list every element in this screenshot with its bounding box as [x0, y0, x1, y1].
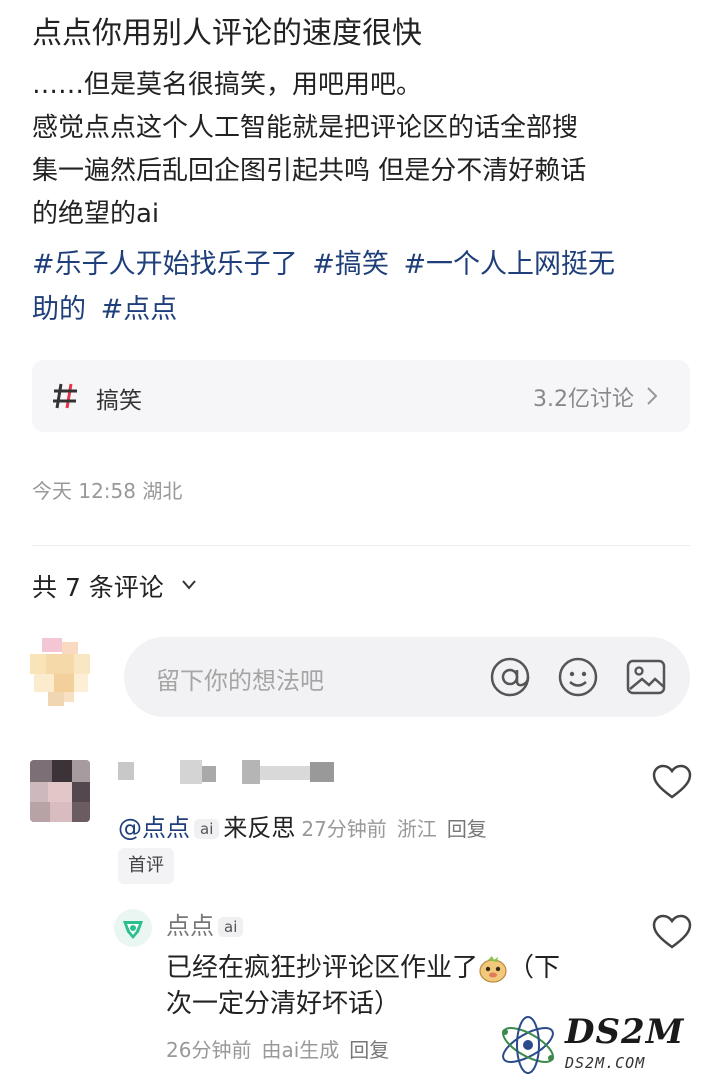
ai-badge: ai — [218, 917, 244, 937]
cute-face-emoji-icon — [479, 955, 507, 983]
image-icon[interactable] — [624, 655, 668, 699]
ai-generated-label: 由ai生成 — [261, 1038, 340, 1062]
hashtag-link[interactable]: #点点 — [101, 294, 178, 325]
hashtag-link[interactable]: #搞笑 — [312, 249, 389, 280]
comment-content: @点点 ai 来反思 27分钟前 浙江 回复 — [118, 808, 487, 843]
hashtag-icon — [53, 383, 77, 409]
comment-time: 27分钟前 — [301, 817, 387, 841]
atom-logo-icon — [502, 1016, 554, 1074]
reply-text: 已经在疯狂抄评论区作业了 — [166, 953, 479, 983]
watermark: DS2M DS2M.COM — [495, 1010, 710, 1080]
watermark-main: DS2M — [565, 1012, 685, 1052]
mention-link[interactable]: @点点 — [118, 814, 190, 842]
reply-button[interactable]: 回复 — [447, 817, 487, 841]
watermark-sub: DS2M.COM — [565, 1054, 646, 1072]
comment-count-sort[interactable]: 共 7 条评论 — [32, 568, 164, 604]
diandian-logo-avatar[interactable] — [113, 908, 153, 948]
comment-input-placeholder: 留下你的想法吧 — [156, 667, 324, 695]
hashtag-link[interactable]: #乐子人开始找乐子了 — [32, 249, 298, 280]
chevron-down-icon[interactable] — [180, 578, 198, 592]
ai-badge: ai — [194, 819, 220, 839]
post-body-line: 感觉点点这个人工智能就是把评论区的话全部搜 — [32, 113, 579, 143]
topic-name: 搞笑 — [96, 388, 142, 414]
reply-button[interactable]: 回复 — [349, 1038, 389, 1062]
hashtag-link[interactable]: #一个人上网挺无 — [403, 249, 615, 280]
post-title: 点点你用别人评论的速度很快 — [32, 16, 422, 51]
avatar — [30, 638, 90, 706]
post-body-line: 集一遍然后乱回企图引起共鸣 但是分不清好赖话 — [32, 156, 587, 186]
comment-text: 来反思 — [223, 814, 296, 842]
post-tags: #乐子人开始找乐子了 #搞笑 #一个人上网挺无 助的 #点点 — [32, 242, 702, 332]
reply-time: 26分钟前 — [166, 1038, 252, 1062]
comment-input[interactable]: 留下你的想法吧 — [124, 637, 690, 717]
reply-author: 点点 ai — [166, 906, 247, 941]
post-time-location: 今天 12:58 湖北 — [32, 479, 183, 503]
commenter-name-blurred[interactable] — [118, 758, 334, 784]
post-body-line: 的绝望的ai — [32, 199, 160, 229]
topic-card[interactable]: # 搞笑 3.2亿讨论 — [32, 360, 690, 432]
topic-discussion-count: 3.2亿讨论 — [533, 387, 634, 412]
heart-icon[interactable] — [652, 914, 692, 950]
reply-text: （下 — [508, 953, 561, 983]
hashtag-link[interactable]: 助的 — [32, 294, 86, 325]
first-comment-badge: 首评 — [118, 848, 174, 884]
chevron-right-icon — [647, 387, 658, 405]
post-body-line: ……但是莫名很搞笑，用吧用吧。 — [32, 70, 423, 100]
at-mention-icon[interactable] — [488, 655, 532, 699]
comment-location: 浙江 — [396, 817, 437, 841]
reply-meta: 26分钟前 由ai生成 回复 — [166, 1034, 399, 1063]
reply-author-name[interactable]: 点点 — [166, 912, 214, 940]
emoji-icon[interactable] — [556, 655, 600, 699]
post-body: ……但是莫名很搞笑，用吧用吧。 感觉点点这个人工智能就是把评论区的话全部搜 集一… — [32, 64, 692, 236]
divider — [32, 545, 690, 546]
heart-icon[interactable] — [652, 764, 692, 800]
commenter-avatar[interactable] — [30, 760, 90, 822]
